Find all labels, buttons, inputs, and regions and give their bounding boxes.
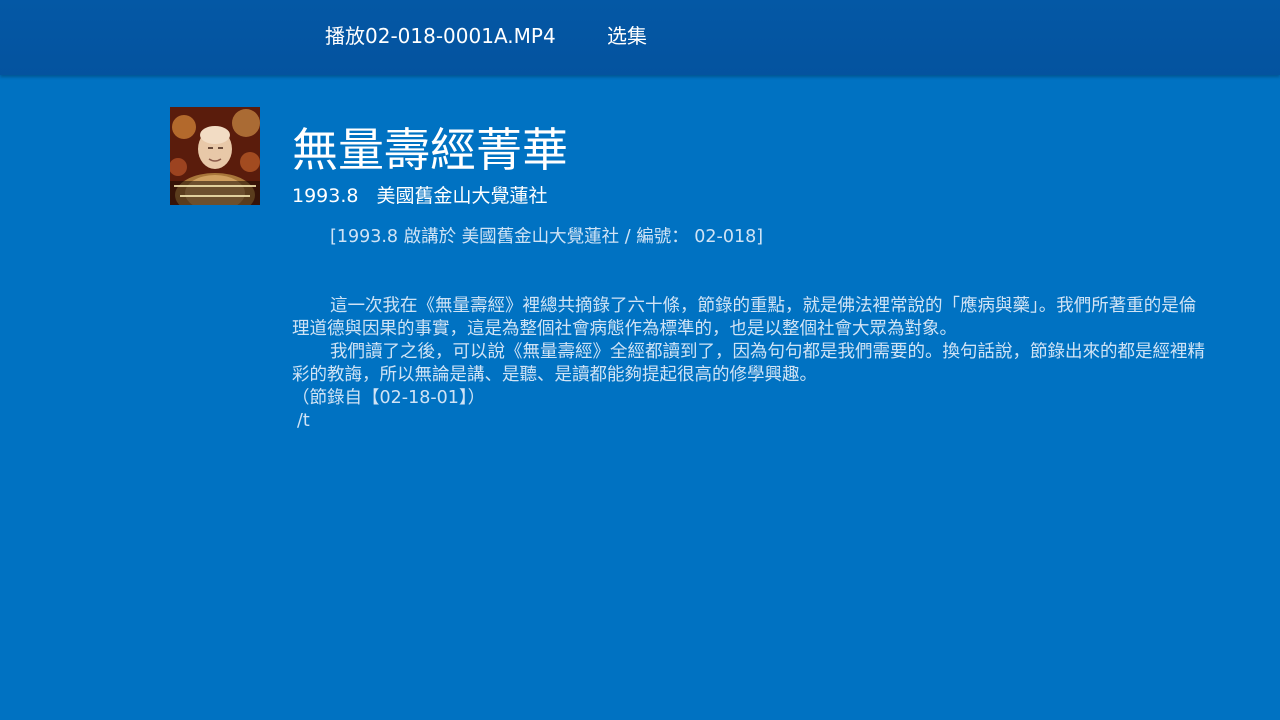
description-paragraph-2: 我們讀了之後，可以說《無量壽經》全經都讀到了，因為句句都是我們需要的。換句話說，…: [292, 342, 1205, 385]
video-date: 1993.8: [292, 185, 359, 207]
description-meta: [1993.8 啟講於 美國舊金山大覺蓮社 / 編號： 02-018]: [330, 227, 764, 247]
video-subtitle: 1993.8 美國舊金山大覺蓮社: [292, 183, 548, 209]
video-thumbnail[interactable]: [170, 107, 260, 205]
video-description: [1993.8 啟講於 美國舊金山大覺蓮社 / 編號： 02-018] 這一次我…: [292, 226, 1212, 433]
description-paragraph-1: 這一次我在《無量壽經》裡總共摘錄了六十條，節錄的重點，就是佛法裡常說的「應病與藥…: [292, 296, 1197, 339]
episodes-button[interactable]: 选集: [607, 22, 647, 50]
video-title: 無量壽經菁華: [292, 123, 568, 177]
description-trailing-text: /t: [297, 411, 310, 431]
description-source-note: （節錄自【02-18-01】）: [292, 388, 486, 408]
play-button[interactable]: 播放02-018-0001A.MP4: [325, 22, 556, 50]
thumbnail-image-icon: [170, 107, 260, 205]
top-bar: 播放02-018-0001A.MP4 选集: [0, 0, 1280, 75]
video-location: 美國舊金山大覺蓮社: [376, 185, 548, 207]
video-detail-page: 播放02-018-0001A.MP4 选集 無量壽經菁華 1993.8 美國舊金山…: [0, 0, 1280, 720]
